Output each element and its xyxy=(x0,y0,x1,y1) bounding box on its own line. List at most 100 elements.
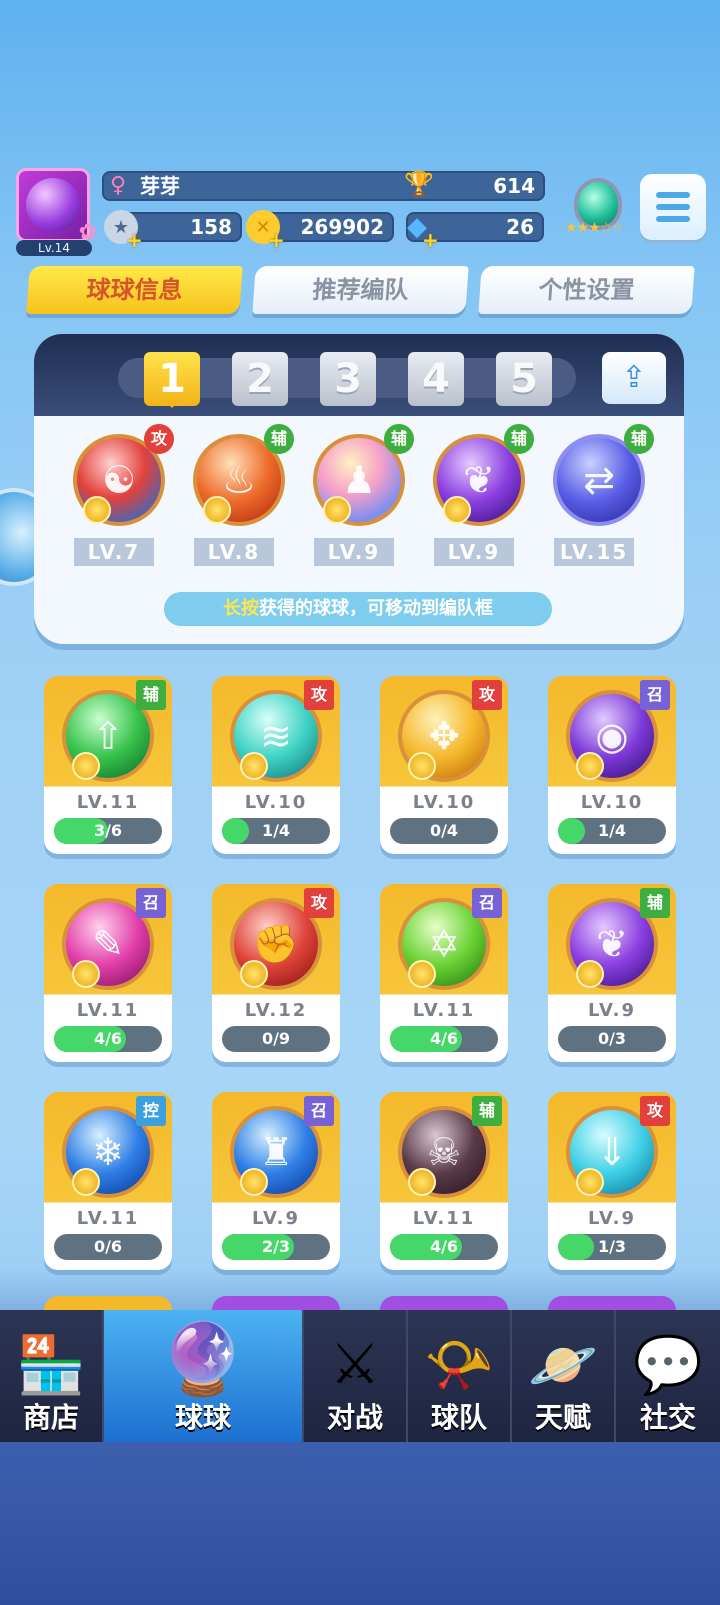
ball-card[interactable]: ≋ 攻 LV.10 1/4 xyxy=(212,676,340,854)
player-level: Lv.14 xyxy=(16,240,92,256)
progress-text: 4/6 xyxy=(429,1029,459,1048)
gem-bar[interactable]: ◆ + 26 xyxy=(406,212,544,252)
ball-card[interactable]: ✊ 攻 LV.12 0/9 xyxy=(212,884,340,1062)
ball-level: LV.12 xyxy=(244,1000,308,1021)
add-gem-icon[interactable]: + xyxy=(422,228,439,252)
share-icon[interactable]: ⇪ xyxy=(602,352,666,404)
gold-bar[interactable]: ✕ + 269902 xyxy=(246,210,394,252)
type-badge: 辅 xyxy=(472,1096,502,1126)
nav-team[interactable]: 📯 球队 xyxy=(408,1310,512,1442)
nav-talent[interactable]: 🪐 天赋 xyxy=(512,1310,616,1442)
ball-card[interactable]: ♜ 召 LV.9 2/3 xyxy=(212,1092,340,1270)
member-level: LV.9 xyxy=(314,538,394,566)
trophy-icon: 🏆 xyxy=(404,170,434,198)
member-level: LV.9 xyxy=(434,538,514,566)
type-badge: 攻 xyxy=(304,680,334,710)
team-member[interactable]: ❦ 辅 LV.9 xyxy=(424,424,534,566)
progress-text: 0/3 xyxy=(597,1029,627,1048)
coin-icon xyxy=(72,1168,100,1196)
nav-battle[interactable]: ⚔ 对战 xyxy=(304,1310,408,1442)
player-info-bar: ♀ 芽芽 🏆 614 xyxy=(102,170,545,201)
upgrade-progress: 0/3 xyxy=(558,1026,666,1052)
coin-icon xyxy=(240,1168,268,1196)
ball-card[interactable]: ❄ 控 LV.11 0/6 xyxy=(44,1092,172,1270)
team-hint: 长按获得的球球，可移动到编队框 xyxy=(164,592,552,626)
progress-text: 3/6 xyxy=(93,821,123,840)
upgrade-progress: 4/6 xyxy=(390,1234,498,1260)
coin-icon xyxy=(576,960,604,988)
hint-text: 获得的球球，可移动到编队框 xyxy=(259,598,493,619)
upgrade-progress: 1/4 xyxy=(222,818,330,844)
ball-card[interactable]: ✡ 召 LV.11 4/6 xyxy=(380,884,508,1062)
type-badge: 召 xyxy=(640,680,670,710)
team-member[interactable]: ⇄ 辅 LV.15 xyxy=(544,424,654,566)
ball-level: LV.11 xyxy=(76,792,140,813)
coin-icon xyxy=(443,496,471,524)
progress-text: 1/3 xyxy=(597,1237,627,1256)
progress-text: 0/6 xyxy=(93,1237,123,1256)
member-level: LV.7 xyxy=(74,538,154,566)
progress-text: 1/4 xyxy=(597,821,627,840)
upgrade-progress: 0/4 xyxy=(390,818,498,844)
tab-ball-info[interactable]: 球球信息 xyxy=(26,266,243,314)
progress-text: 4/6 xyxy=(429,1237,459,1256)
team-member[interactable]: ☯ 攻 LV.7 xyxy=(64,424,174,566)
stamina-bar[interactable]: ★ + 158 xyxy=(104,210,242,252)
upgrade-progress: 4/6 xyxy=(390,1026,498,1052)
player-avatar[interactable]: ✿ xyxy=(16,168,97,245)
coin-icon xyxy=(408,1168,436,1196)
type-badge: 辅 xyxy=(640,888,670,918)
upgrade-progress: 2/3 xyxy=(222,1234,330,1260)
ball-card[interactable]: ⇓ 攻 LV.9 1/3 xyxy=(548,1092,676,1270)
rank-emblem[interactable]: ★★★☆☆ xyxy=(558,170,630,242)
nav-shop[interactable]: 🏪 商店 xyxy=(0,1310,104,1442)
swap-ball-icon: ⇄ xyxy=(583,458,615,502)
coin-icon xyxy=(240,960,268,988)
type-badge: 召 xyxy=(136,888,166,918)
team-slot-5[interactable]: 5 xyxy=(496,352,552,406)
add-stamina-icon[interactable]: + xyxy=(126,228,143,252)
stamina-value: 158 xyxy=(190,215,232,239)
coin-icon xyxy=(83,496,111,524)
coin-icon xyxy=(240,752,268,780)
tab-recommended-team[interactable]: 推荐编队 xyxy=(252,266,469,314)
team-member[interactable]: ♟ 辅 LV.9 xyxy=(304,424,414,566)
ball-card[interactable]: ✥ 攻 LV.10 0/4 xyxy=(380,676,508,854)
member-level: LV.8 xyxy=(194,538,274,566)
coin-icon xyxy=(72,960,100,988)
team-slot-4[interactable]: 4 xyxy=(408,352,464,406)
ball-card[interactable]: ◉ 召 LV.10 1/4 xyxy=(548,676,676,854)
menu-icon xyxy=(656,192,690,198)
team-slot-1[interactable]: 1 xyxy=(144,352,200,408)
team-slot-header: 1 2 3 4 5 ⇪ xyxy=(34,334,684,416)
member-level: LV.15 xyxy=(554,538,634,566)
ball-card[interactable]: ⇧ 辅 LV.11 3/6 xyxy=(44,676,172,854)
progress-text: 4/6 xyxy=(93,1029,123,1048)
type-badge: 辅 xyxy=(264,424,294,454)
ball-level: LV.10 xyxy=(412,792,476,813)
hint-highlight: 长按 xyxy=(223,598,259,619)
ball-level: LV.9 xyxy=(252,1208,300,1229)
tab-personal-settings[interactable]: 个性设置 xyxy=(478,266,695,314)
ball-card[interactable]: ❦ 辅 LV.9 0/3 xyxy=(548,884,676,1062)
team-slot-3[interactable]: 3 xyxy=(320,352,376,406)
ball-card[interactable]: ☠ 辅 LV.11 4/6 xyxy=(380,1092,508,1270)
type-badge: 辅 xyxy=(136,680,166,710)
team-slot-2[interactable]: 2 xyxy=(232,352,288,406)
nav-social[interactable]: 💬 社交 xyxy=(616,1310,720,1442)
add-gold-icon[interactable]: + xyxy=(268,228,285,252)
menu-button[interactable] xyxy=(640,174,706,240)
ball-card[interactable]: ✎ 召 LV.11 4/6 xyxy=(44,884,172,1062)
nav-balls[interactable]: 🔮 球球 xyxy=(104,1310,304,1442)
coin-icon xyxy=(408,752,436,780)
upgrade-progress: 4/6 xyxy=(54,1026,162,1052)
ball-level: LV.11 xyxy=(412,1000,476,1021)
type-badge: 辅 xyxy=(384,424,414,454)
coin-icon xyxy=(408,960,436,988)
progress-text: 0/4 xyxy=(429,821,459,840)
ball-level: LV.10 xyxy=(244,792,308,813)
ball-level: LV.11 xyxy=(76,1208,140,1229)
team-member[interactable]: ♨ 辅 LV.8 xyxy=(184,424,294,566)
feather-avatar-icon xyxy=(26,178,80,232)
planet-icon: 🪐 xyxy=(528,1333,598,1398)
